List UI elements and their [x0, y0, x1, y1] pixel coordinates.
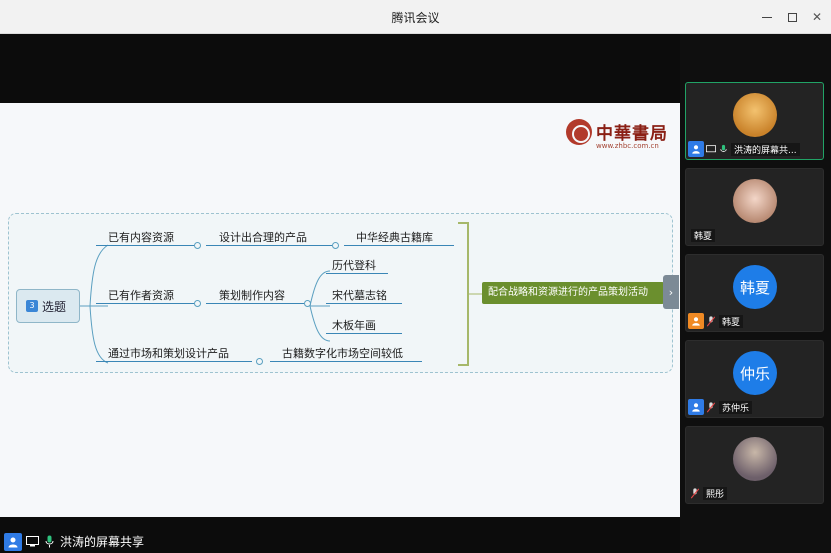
- microphone-muted-icon: [706, 314, 716, 328]
- branch-2-leaf-2: 宋代墓志铭: [332, 289, 387, 302]
- mindmap-result-node[interactable]: 配合战略和资源进行的产品策划活动: [482, 282, 664, 304]
- branch-3-middle-underline: [270, 361, 422, 362]
- branch-2-middle-connector[interactable]: [304, 300, 311, 307]
- branch-1-leaf-1: 中华经典古籍库: [356, 231, 433, 244]
- root-number-badge: 3: [26, 300, 38, 312]
- participant-name: 苏仲乐: [719, 400, 753, 414]
- participant-tile[interactable]: 熙彤: [685, 426, 824, 504]
- user-icon: [8, 537, 18, 547]
- branch-2-leaf-3: 木板年画: [332, 319, 376, 332]
- close-button[interactable]: ✕: [806, 6, 828, 28]
- avatar: [733, 437, 777, 481]
- branch-2-leaf-1: 历代登科: [332, 259, 376, 272]
- branch-3-connector[interactable]: [256, 358, 263, 365]
- microphone-muted-icon: [690, 486, 700, 500]
- screen-share-icon: [706, 142, 716, 156]
- participant-tile[interactable]: 韩夏: [685, 168, 824, 246]
- participant-tile[interactable]: 洪涛的屏幕共...: [685, 82, 824, 160]
- shared-screen: 中華書局 www.zhbc.com.cn 3 选题 已有内容资源 设计出合理的产…: [0, 34, 680, 553]
- branch-1-connector[interactable]: [194, 242, 201, 249]
- microphone-icon: [718, 142, 728, 156]
- branch-1-middle-connector[interactable]: [332, 242, 339, 249]
- participant-tile[interactable]: 韩夏 韩夏: [685, 254, 824, 332]
- participant-name: 熙彤: [703, 486, 728, 500]
- microphone-icon: [42, 535, 56, 549]
- branch-3-label: 通过市场和策划设计产品: [108, 347, 229, 360]
- branch-2-leaf-2-underline: [326, 303, 402, 304]
- participant-namebar: 苏仲乐: [688, 399, 753, 415]
- participant-sidebar[interactable]: 洪涛的屏幕共... 韩夏 韩夏 韩夏 仲乐 苏仲乐 熙彤: [680, 34, 831, 553]
- participant-tile[interactable]: 仲乐 苏仲乐: [685, 340, 824, 418]
- branch-1-underline: [96, 245, 194, 246]
- window-title: 腾讯会议: [391, 11, 440, 25]
- branch-2-middle-underline: [206, 303, 304, 304]
- maximize-icon: [787, 12, 797, 22]
- mindmap-root-node[interactable]: 3 选题: [16, 289, 80, 323]
- root-label: 选题: [42, 299, 67, 314]
- user-icon: [688, 313, 704, 329]
- close-icon: ✕: [811, 10, 823, 24]
- branch-2-leaf-3-underline: [326, 333, 402, 334]
- participant-name: 洪涛的屏幕共...: [731, 142, 800, 156]
- participant-name: 韩夏: [719, 314, 744, 328]
- avatar: 韩夏: [733, 265, 777, 309]
- presentation-slide: 中華書局 www.zhbc.com.cn 3 选题 已有内容资源 设计出合理的产…: [0, 103, 680, 517]
- avatar: [733, 93, 777, 137]
- mindmap-connectors: [80, 222, 482, 366]
- branch-1-leaf-underline: [344, 245, 454, 246]
- maximize-button[interactable]: [781, 6, 803, 28]
- title-bar: 腾讯会议 ✕: [0, 0, 831, 34]
- participant-namebar: 韩夏: [688, 313, 744, 329]
- branch-3-underline: [96, 361, 252, 362]
- user-badge: [4, 532, 22, 551]
- branch-1-label: 已有内容资源: [108, 231, 174, 244]
- avatar: 仲乐: [733, 351, 777, 395]
- avatar: [733, 179, 777, 223]
- branch-1-middle: 设计出合理的产品: [219, 231, 307, 244]
- chevron-right-icon: ›: [668, 285, 674, 299]
- participant-namebar: 韩夏: [688, 227, 716, 243]
- sharer-name: 洪涛的屏幕共享: [60, 535, 145, 549]
- branch-2-connector[interactable]: [194, 300, 201, 307]
- user-icon: [688, 141, 704, 157]
- branch-2-underline: [96, 303, 194, 304]
- screen-share-status: 洪涛的屏幕共享: [0, 530, 680, 553]
- branch-2-middle: 策划制作内容: [219, 289, 285, 302]
- minimize-button[interactable]: [756, 6, 778, 28]
- panel-collapse-button[interactable]: ›: [663, 275, 679, 309]
- user-icon: [688, 399, 704, 415]
- screen-share-icon: [25, 535, 39, 549]
- branch-2-leaf-1-underline: [326, 273, 388, 274]
- minimize-icon: [762, 16, 772, 18]
- microphone-muted-icon: [706, 400, 716, 414]
- participant-namebar: 洪涛的屏幕共...: [688, 141, 800, 157]
- branch-1-middle-underline: [206, 245, 332, 246]
- participant-name: 韩夏: [691, 228, 716, 242]
- branch-2-label: 已有作者资源: [108, 289, 174, 302]
- branch-3-middle: 古籍数字化市场空间较低: [282, 347, 403, 360]
- meeting-window: 腾讯会议 ✕ 中華書局 www.zhbc.com.cn 3 选题 已有内容资源 …: [0, 0, 831, 553]
- participant-namebar: 熙彤: [688, 485, 728, 501]
